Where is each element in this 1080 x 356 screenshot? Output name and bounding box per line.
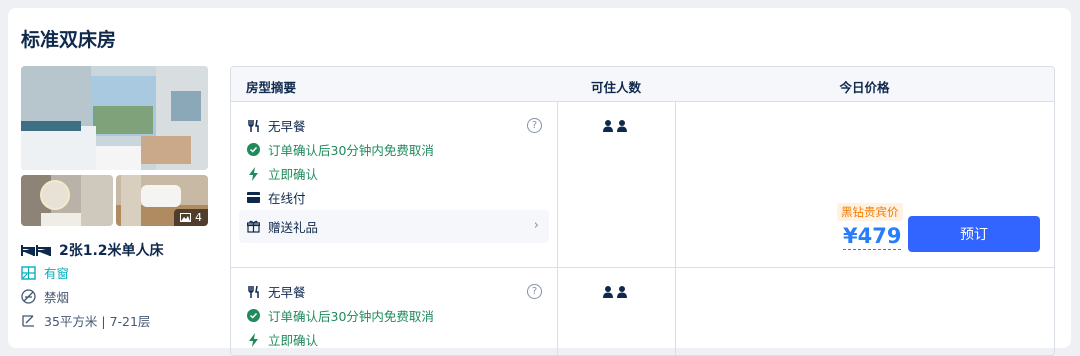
photo-count: 4: [195, 211, 202, 224]
bed-icon: [21, 245, 51, 256]
column-divider: [557, 102, 558, 355]
book-button[interactable]: 预订: [908, 216, 1040, 252]
room-photo-bathroom[interactable]: [21, 175, 113, 226]
header-summary: 房型摘要: [246, 80, 297, 95]
lightning-icon: [249, 166, 258, 181]
person-icon: [617, 120, 627, 132]
room-photo-towels[interactable]: 4: [116, 175, 208, 226]
vip-price-badge: 黑钻贵宾价: [837, 203, 903, 221]
photo-count-badge[interactable]: 4: [174, 209, 208, 226]
size-label: 35平方米 | 7-21层: [44, 314, 151, 329]
check-circle-icon: [247, 309, 260, 322]
no-smoking-icon: [21, 289, 36, 304]
window-icon: [21, 265, 36, 280]
gift-icon: [247, 220, 260, 233]
table-header: 房型摘要 可住人数 今日价格: [231, 67, 1054, 102]
cancel-policy[interactable]: 订单确认后30分钟内免费取消: [247, 140, 434, 159]
payment-info: 在线付: [247, 188, 306, 207]
guest-capacity: [603, 286, 627, 298]
column-divider: [675, 102, 676, 355]
area-icon: [22, 315, 34, 327]
meal-label: 无早餐: [268, 285, 306, 300]
header-price: 今日价格: [839, 80, 890, 95]
bed-label: 2张1.2米单人床: [59, 243, 164, 259]
header-guests: 可住人数: [590, 80, 641, 95]
confirm-label: 立即确认: [268, 167, 319, 182]
check-circle-icon: [247, 143, 260, 156]
gift-label: 赠送礼品: [268, 220, 319, 235]
cutlery-icon: [248, 119, 259, 132]
cutlery-icon: [248, 285, 259, 298]
price-value[interactable]: ¥479: [843, 223, 902, 250]
chevron-right-icon: ›: [533, 218, 539, 233]
meal-label: 无早餐: [268, 119, 306, 134]
room-title: 标准双床房: [21, 29, 117, 51]
smoking-label: 禁烟: [44, 290, 70, 305]
person-icon: [603, 286, 613, 298]
help-icon[interactable]: ?: [527, 284, 542, 299]
room-card: 标准双床房 4 2张1.2米单人床 有窗 禁烟 35平方米 | 7-21层 房型…: [8, 8, 1071, 356]
lightning-icon: [249, 332, 258, 347]
help-icon[interactable]: ?: [527, 118, 542, 133]
payment-label: 在线付: [268, 191, 306, 206]
meal-info: 无早餐: [247, 282, 306, 301]
cancel-label: 订单确认后30分钟内免费取消: [268, 309, 434, 324]
person-icon: [603, 120, 613, 132]
room-photo-main[interactable]: [21, 66, 208, 170]
cancel-policy[interactable]: 订单确认后30分钟内免费取消: [247, 306, 434, 325]
window-label: 有窗: [44, 266, 70, 281]
instant-confirm: 立即确认: [247, 164, 318, 183]
size-info: 35平方米 | 7-21层: [21, 311, 150, 330]
bed-info: 2张1.2米单人床: [21, 240, 164, 260]
guest-capacity: [603, 120, 627, 132]
window-info: 有窗: [21, 263, 69, 282]
rate-table: 房型摘要 可住人数 今日价格 无早餐 ? 订单确认后30分钟内免费取消 立即确认…: [230, 66, 1055, 356]
image-icon: [180, 213, 191, 222]
row-divider: [231, 267, 1054, 268]
meal-info: 无早餐: [247, 116, 306, 135]
cancel-label: 订单确认后30分钟内免费取消: [268, 143, 434, 158]
gift-row[interactable]: 赠送礼品 ›: [239, 210, 549, 243]
smoking-info: 禁烟: [21, 287, 69, 306]
card-icon: [247, 192, 260, 203]
person-icon: [617, 286, 627, 298]
